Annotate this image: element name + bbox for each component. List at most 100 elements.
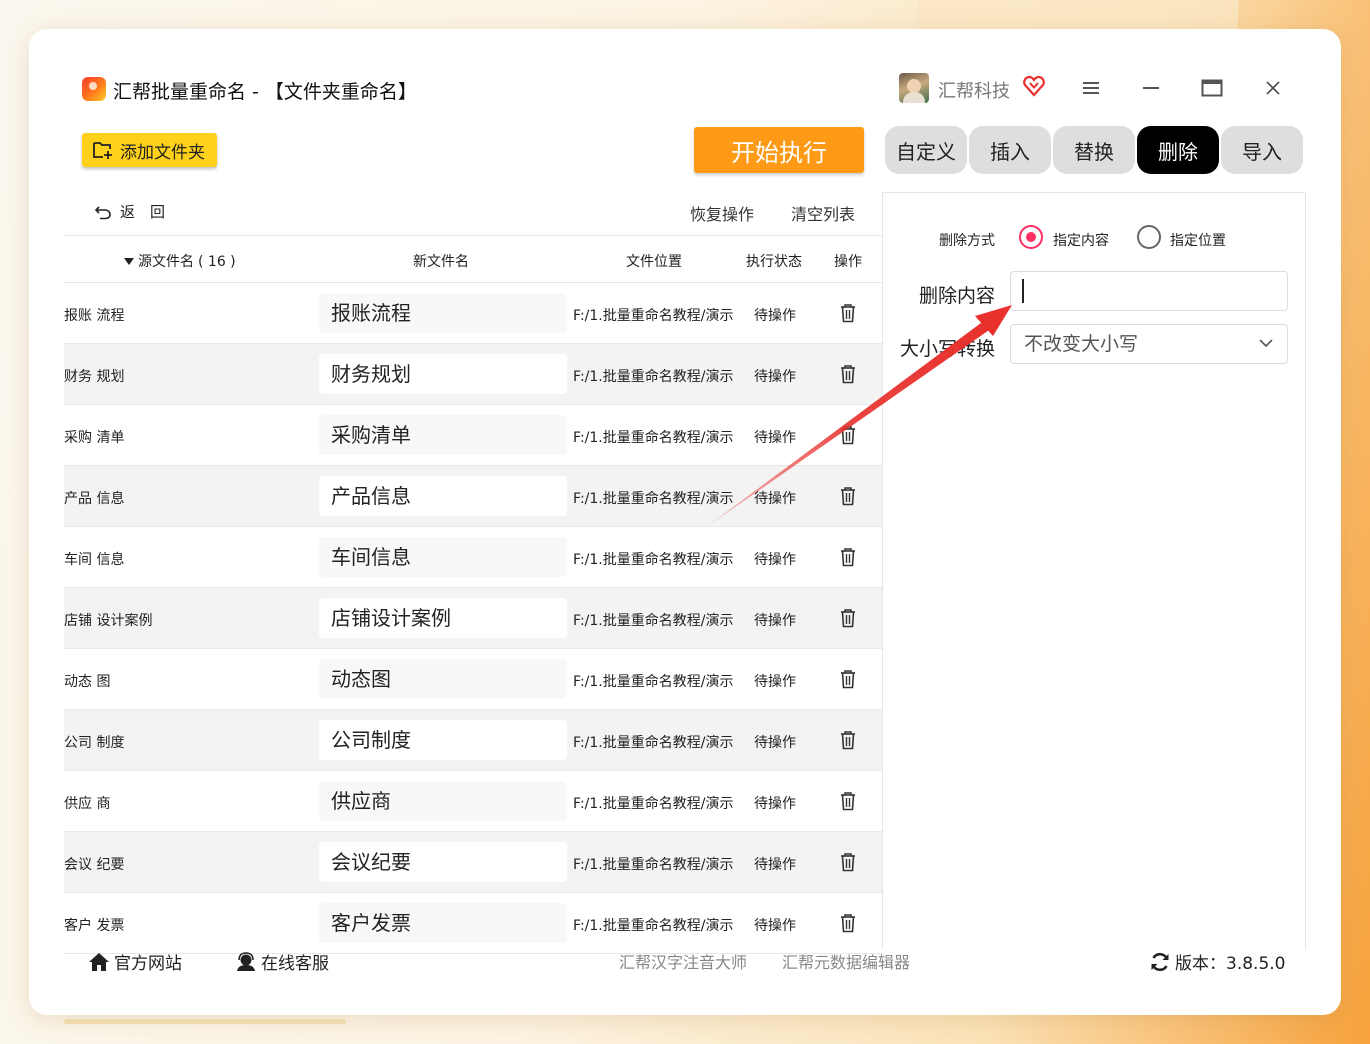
heart-diamond-icon[interactable] [1022,74,1046,102]
new-name-field[interactable]: 供应商 [319,781,567,821]
add-folder-button[interactable]: 添加文件夹 [82,133,217,167]
source-name: 财务 规划 [64,369,125,385]
file-location: F:/1.批量重命名教程/演示 [573,735,734,751]
list-header: 源文件名( 16 ) 新文件名 文件位置 执行状态 操作 [64,235,882,283]
minimize-button[interactable] [1136,73,1166,103]
column-source[interactable]: 源文件名( 16 ) [124,251,236,271]
table-row[interactable]: 采购 清单 采购清单 F:/1.批量重命名教程/演示 待操作 [64,405,882,466]
file-location: F:/1.批量重命名教程/演示 [573,613,734,629]
table-row[interactable]: 店铺 设计案例 店铺设计案例 F:/1.批量重命名教程/演示 待操作 [64,588,882,649]
chevron-down-icon [1259,339,1273,348]
source-name: 报账 流程 [64,308,125,324]
trash-icon[interactable] [838,485,858,507]
file-list-panel: 返 回 恢复操作 清空列表 源文件名( 16 ) 新文件名 文件位置 执行状态 … [64,179,882,954]
trash-icon[interactable] [838,912,858,934]
pinyin-app-link[interactable]: 汇帮汉字注音大师 [619,949,747,973]
online-service-link[interactable]: 在线客服 [235,949,329,974]
trash-icon[interactable] [838,851,858,873]
table-row[interactable]: 会议 纪要 会议纪要 F:/1.批量重命名教程/演示 待操作 [64,832,882,893]
new-name-field[interactable]: 车间信息 [319,537,567,577]
menu-button[interactable] [1076,73,1106,103]
maximize-icon [1201,79,1223,97]
new-name-field[interactable]: 动态图 [319,659,567,699]
clear-list-button[interactable]: 清空列表 [791,201,855,225]
exec-status: 待操作 [754,918,796,934]
new-name-field[interactable]: 产品信息 [319,476,567,516]
official-site-link[interactable]: 官方网站 [88,949,182,974]
radio-specified-position[interactable] [1137,225,1161,249]
file-location: F:/1.批量重命名教程/演示 [573,430,734,446]
tab-custom[interactable]: 自定义 [885,126,967,174]
undo-icon [94,205,111,219]
headset-icon [237,951,255,971]
delete-settings-panel: 删除方式 指定内容 指定位置 删除内容 大小写转换 不改变大小写 [882,192,1306,949]
radio-specified-content-label[interactable]: 指定内容 [1053,230,1109,250]
app-window: 汇帮批量重命名 - 【文件夹重命名】 汇帮科技 添加文件夹 开始执行 自定义 插… [29,29,1341,1015]
app-title: 汇帮批量重命名 - 【文件夹重命名】 [113,81,417,103]
table-row[interactable]: 公司 制度 公司制度 F:/1.批量重命名教程/演示 待操作 [64,710,882,771]
new-name-field[interactable]: 报账流程 [319,293,567,333]
file-location: F:/1.批量重命名教程/演示 [573,674,734,690]
text-cursor [1022,279,1024,303]
trash-icon[interactable] [838,668,858,690]
column-action: 操作 [834,254,862,270]
version-info[interactable]: 版本：3.8.5.0 [1149,949,1285,974]
online-service-label: 在线客服 [261,954,329,974]
table-row[interactable]: 产品 信息 产品信息 F:/1.批量重命名教程/演示 待操作 [64,466,882,527]
trash-icon[interactable] [838,424,858,446]
tab-import[interactable]: 导入 [1221,126,1303,174]
add-folder-label: 添加文件夹 [120,142,205,163]
close-button[interactable] [1258,73,1288,103]
background-line [64,1019,346,1024]
radio-specified-position-label[interactable]: 指定位置 [1170,230,1226,250]
new-name-field[interactable]: 店铺设计案例 [319,598,567,638]
tab-insert[interactable]: 插入 [969,126,1051,174]
delete-content-input[interactable] [1010,271,1288,311]
trash-icon[interactable] [838,363,858,385]
trash-icon[interactable] [838,607,858,629]
new-name-field[interactable]: 采购清单 [319,415,567,455]
metadata-app-link[interactable]: 汇帮元数据编辑器 [782,949,910,973]
case-convert-label: 大小写转换 [900,338,996,360]
exec-status: 待操作 [754,552,796,568]
new-name-field[interactable]: 会议纪要 [319,842,567,882]
folder-plus-icon [93,142,112,159]
version-label: 版本：3.8.5.0 [1175,954,1286,974]
new-name-field[interactable]: 公司制度 [319,720,567,760]
tab-replace[interactable]: 替换 [1053,126,1135,174]
trash-icon[interactable] [838,302,858,324]
trash-icon[interactable] [838,790,858,812]
official-site-label: 官方网站 [114,954,182,974]
trash-icon[interactable] [838,546,858,568]
column-status: 执行状态 [746,254,802,270]
table-row[interactable]: 财务 规划 财务规划 F:/1.批量重命名教程/演示 待操作 [64,344,882,405]
table-row[interactable]: 供应 商 供应商 F:/1.批量重命名教程/演示 待操作 [64,771,882,832]
start-button[interactable]: 开始执行 [694,127,864,173]
new-name-field[interactable]: 财务规划 [319,354,567,394]
table-row[interactable]: 报账 流程 报账流程 F:/1.批量重命名教程/演示 待操作 [64,283,882,344]
table-row[interactable]: 动态 图 动态图 F:/1.批量重命名教程/演示 待操作 [64,649,882,710]
source-name: 会议 纪要 [64,857,125,873]
back-button[interactable]: 返 回 [94,201,165,222]
user-avatar[interactable] [899,73,929,103]
source-name: 供应 商 [64,796,111,812]
new-name-field[interactable]: 客户发票 [319,903,567,943]
file-rows: 报账 流程 报账流程 F:/1.批量重命名教程/演示 待操作 财务 规划 财务规划 F:/1… [64,283,882,954]
case-convert-select[interactable]: 不改变大小写 [1010,324,1288,364]
tab-delete[interactable]: 删除 [1137,126,1219,174]
trash-icon[interactable] [838,729,858,751]
file-location: F:/1.批量重命名教程/演示 [573,857,734,873]
maximize-button[interactable] [1197,73,1227,103]
source-name: 产品 信息 [64,491,125,507]
column-new-name: 新文件名 [413,254,469,270]
user-name[interactable]: 汇帮科技 [938,77,1010,103]
exec-status: 待操作 [754,674,796,690]
app-logo-icon [82,77,106,101]
exec-status: 待操作 [754,369,796,385]
restore-button[interactable]: 恢复操作 [690,201,754,225]
minimize-icon [1143,87,1159,89]
title-bar: 汇帮批量重命名 - 【文件夹重命名】 汇帮科技 [29,29,1341,119]
table-row[interactable]: 车间 信息 车间信息 F:/1.批量重命名教程/演示 待操作 [64,527,882,588]
delete-method-label: 删除方式 [939,233,995,249]
radio-specified-content[interactable] [1019,225,1043,249]
